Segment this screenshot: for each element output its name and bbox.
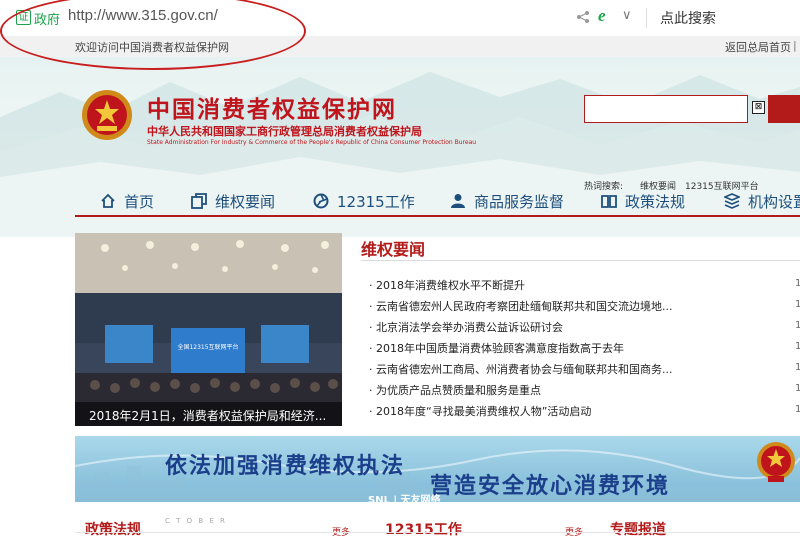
browser-search-button[interactable]: 点此搜索 bbox=[660, 8, 716, 28]
site-subtitle: 中华人民共和国国家工商行政管理总局消费者权益保护局 bbox=[147, 125, 422, 138]
nav-item-supervision[interactable]: 商品服务监督 bbox=[450, 190, 564, 212]
nav-item-12315[interactable]: 12315工作 bbox=[313, 190, 415, 212]
screen-text: 全国12315互联网平台 bbox=[177, 343, 238, 351]
news-date: 1 bbox=[795, 341, 800, 352]
nav-label: 首页 bbox=[124, 192, 155, 211]
national-emblem-logo bbox=[82, 90, 132, 140]
person-icon bbox=[451, 194, 465, 208]
nav-label: 商品服务监督 bbox=[474, 192, 565, 211]
section-heading-policy[interactable]: 政策法规 bbox=[85, 519, 141, 539]
news-item[interactable]: · 云南省德宏州人民政府考察团赴缅甸联邦共和国交流边境地... bbox=[369, 298, 673, 314]
news-date: 1 bbox=[795, 362, 800, 373]
conference-photo: 全国12315互联网平台 bbox=[75, 233, 342, 426]
site-search-button[interactable] bbox=[768, 95, 800, 123]
feature-photo[interactable]: 全国12315互联网平台 bbox=[75, 233, 342, 426]
section-heading-topics[interactable]: 专题报道 bbox=[610, 519, 666, 539]
nav-label: 政策法规 bbox=[625, 192, 686, 211]
decorative-letters: C T O B E R bbox=[165, 517, 227, 525]
copy-icon bbox=[191, 193, 207, 209]
news-date: 1 bbox=[795, 299, 800, 310]
photo-caption[interactable]: 2018年2月1日，消费者权益保护局和经济... bbox=[89, 407, 326, 424]
ie-engine-icon[interactable]: e bbox=[598, 6, 606, 26]
nav-label: 维权要闻 bbox=[215, 192, 276, 211]
news-date: 1 bbox=[795, 383, 800, 394]
site-title: 中国消费者权益保护网 bbox=[147, 96, 397, 123]
news-date: 1 bbox=[795, 320, 800, 331]
home-icon bbox=[101, 193, 115, 208]
news-divider bbox=[361, 260, 800, 261]
search-clear-icon[interactable]: ⊠ bbox=[752, 101, 765, 114]
nav-item-home[interactable]: 首页 bbox=[100, 190, 154, 212]
banner-brand: SNL | 天友网络 bbox=[368, 495, 441, 506]
toolbar-divider bbox=[646, 8, 647, 28]
banner-emblem-icon bbox=[757, 442, 795, 482]
news-date: 1 bbox=[795, 404, 800, 415]
layers-icon bbox=[724, 193, 740, 209]
aperture-icon bbox=[313, 193, 329, 209]
nav-item-policy[interactable]: 政策法规 bbox=[601, 190, 685, 212]
return-home-link[interactable]: 返回总局首页 bbox=[725, 39, 791, 55]
share-icon[interactable] bbox=[576, 10, 590, 24]
nav-underline bbox=[75, 215, 800, 217]
news-item[interactable]: · 北京消法学会举办消费公益诉讼研讨会 bbox=[369, 319, 563, 335]
chevron-down-icon[interactable]: ∨ bbox=[622, 8, 632, 23]
nav-label: 12315工作 bbox=[337, 192, 415, 211]
news-heading: 维权要闻 bbox=[361, 240, 426, 259]
topbar-divider: | bbox=[793, 39, 797, 52]
news-item[interactable]: · 2018年中国质量消费体验顾客满意度指数高于去年 bbox=[369, 340, 624, 356]
nav-item-news[interactable]: 维权要闻 bbox=[191, 190, 275, 212]
nav-label: 机构设置 bbox=[748, 192, 800, 211]
section-heading-12315[interactable]: 12315工作 bbox=[385, 519, 462, 539]
nav-item-org[interactable]: 机构设置 bbox=[724, 190, 800, 212]
book-icon bbox=[601, 195, 617, 208]
news-item[interactable]: · 2018年消费维权水平不断提升 bbox=[369, 277, 525, 293]
news-item[interactable]: · 为优质产品点赞质量和服务是重点 bbox=[369, 382, 541, 398]
site-search-input[interactable] bbox=[584, 95, 748, 123]
news-date: 1 bbox=[795, 278, 800, 289]
banner-slogan-left: 依法加强消费维权执法 bbox=[165, 454, 406, 479]
news-item[interactable]: · 2018年度“寻找最美消费维权人物”活动启动 bbox=[369, 403, 591, 419]
news-item[interactable]: · 云南省德宏州工商局、州消费者协会与缅甸联邦共和国商务... bbox=[369, 361, 673, 377]
site-english-title: State Administration For Industry & Comm… bbox=[147, 139, 477, 146]
banner-slogan-right: 营造安全放心消费环境 bbox=[430, 474, 671, 499]
